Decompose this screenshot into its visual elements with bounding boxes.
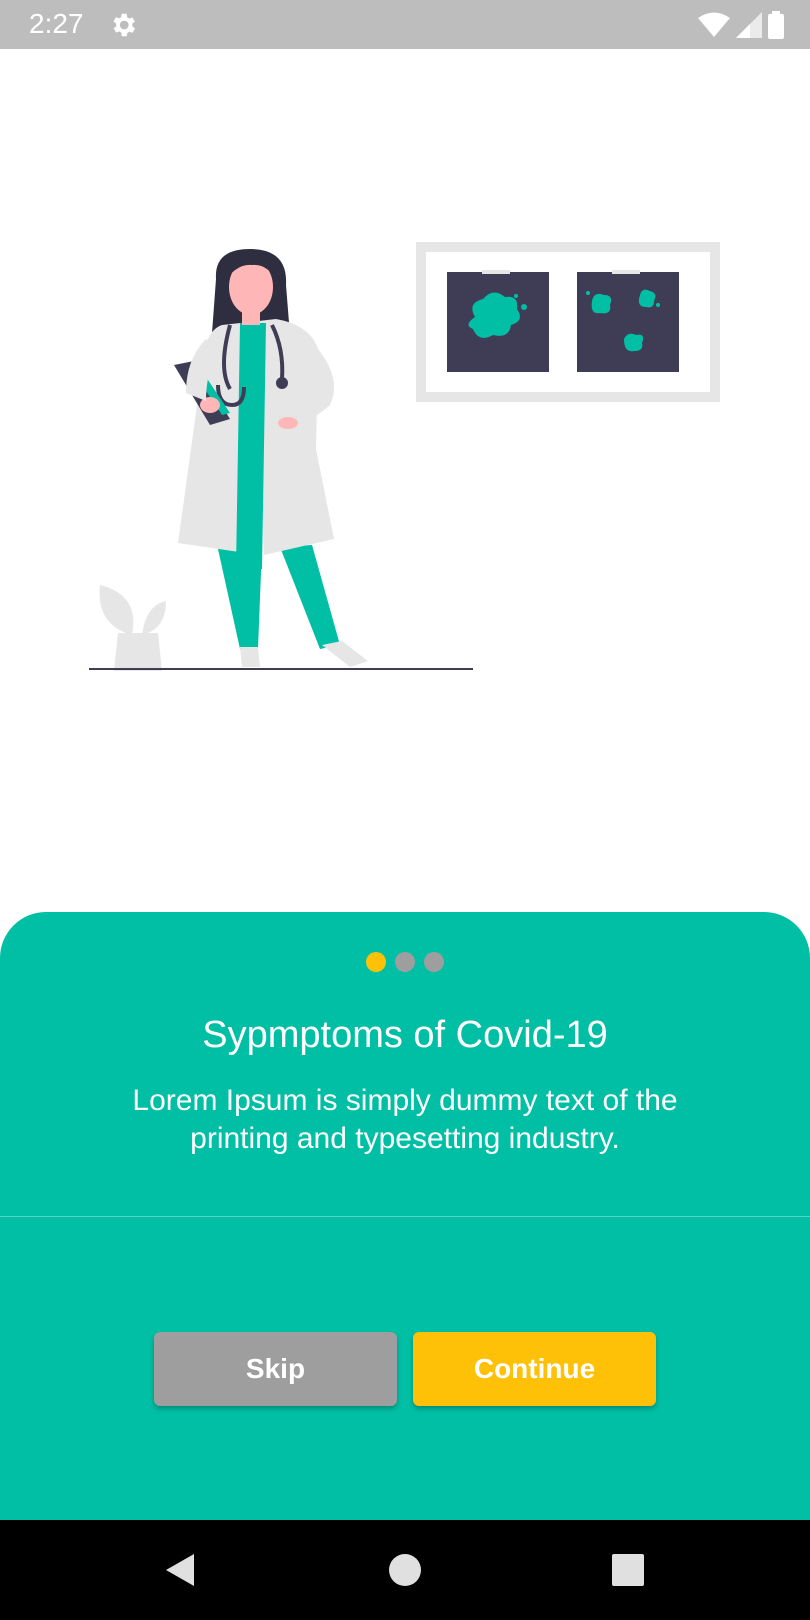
page-dot-1[interactable] <box>366 952 386 972</box>
status-time: 2:27 <box>29 8 84 39</box>
continue-button[interactable]: Continue <box>413 1332 656 1406</box>
onboarding-description: Lorem Ipsum is simply dummy text of the … <box>132 1084 678 1155</box>
page-dot-3[interactable] <box>424 952 444 972</box>
home-icon[interactable] <box>385 1550 425 1590</box>
status-bar: 2:27 <box>0 0 810 49</box>
page-dot-2[interactable] <box>395 952 415 972</box>
back-icon[interactable] <box>160 1550 200 1590</box>
recents-icon[interactable] <box>608 1550 648 1590</box>
signal-icon <box>736 12 762 38</box>
ground-line <box>89 668 473 670</box>
onboarding-title: Sypmptoms of Covid-19 <box>202 1014 608 1056</box>
gear-icon <box>113 13 135 37</box>
skip-button[interactable]: Skip <box>154 1332 397 1406</box>
onboarding-sheet: Sypmptoms of Covid-19 Lorem Ipsum is sim… <box>0 912 810 1520</box>
doctor-figure <box>174 249 368 667</box>
plant <box>99 585 166 671</box>
page-indicator <box>0 952 810 972</box>
wifi-icon <box>698 12 730 37</box>
doctor-illustration <box>89 242 720 671</box>
divider <box>0 1216 810 1217</box>
status-icons <box>698 10 784 40</box>
battery-icon <box>768 11 784 39</box>
navigation-bar <box>0 1520 810 1620</box>
xray-frame <box>416 242 720 402</box>
